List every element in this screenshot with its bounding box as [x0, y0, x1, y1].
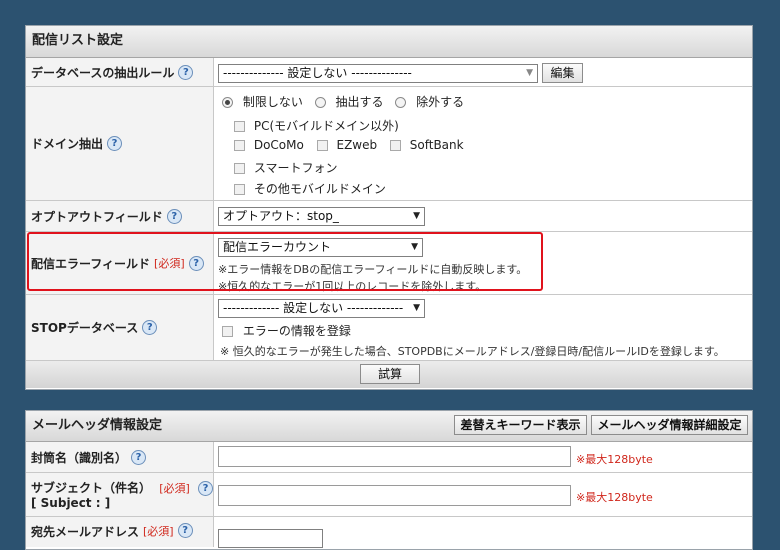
domain-label-cell: ドメイン抽出 ? [26, 87, 214, 200]
help-icon[interactable]: ? [197, 481, 213, 496]
stop-db-label: STOPデータベース [31, 321, 139, 335]
extract-rule-label-cell: データベースの抽出ルール ? [26, 58, 214, 86]
extract-rule-value: -------------- 設定しない -------------- ▼ 編集 [214, 58, 752, 86]
highlight-box [27, 232, 543, 291]
header-detail-button[interactable]: メールヘッダ情報詳細設定 [591, 415, 748, 435]
radio-exclude-label: 除外する [416, 95, 465, 109]
extract-rule-selected: -------------- 設定しない -------------- [223, 66, 412, 80]
optout-label-cell: オプトアウトフィールド ? [26, 201, 214, 231]
check-smartphone-item: スマートフォン [234, 159, 337, 176]
list-settings-panel: 配信リスト設定 データベースの抽出ルール ? -------------- 設定… [25, 25, 753, 390]
check-ezweb[interactable] [316, 140, 328, 151]
radio-extract-label: 抽出する [335, 95, 384, 109]
envelope-row: 封筒名（識別名） ? ※最大128byte [26, 442, 752, 473]
radio-exclude[interactable] [395, 97, 407, 108]
help-icon[interactable]: ? [166, 208, 182, 224]
optout-selected: オプトアウト：stop_ [223, 209, 339, 223]
to-address-value [214, 517, 752, 548]
list-settings-title: 配信リスト設定 [26, 26, 752, 58]
domain-row: ドメイン抽出 ? 制限しない 抽出する 除外する PC(モバイルドメイン以外) … [26, 87, 752, 201]
radio-extract[interactable] [314, 97, 326, 108]
check-other-label: その他モバイルドメイン [253, 182, 386, 196]
to-address-label-cell: 宛先メールアドレス [必須] ? [26, 517, 214, 547]
optout-row: オプトアウトフィールド ? オプトアウト：stop_ ▼ [26, 201, 752, 232]
radio-no-limit-label: 制限しない [242, 95, 303, 109]
stop-db-row: STOPデータベース ? ------------- 設定しない -------… [26, 295, 752, 361]
check-other-mobile[interactable] [234, 184, 245, 195]
check-pc-item: PC(モバイルドメイン以外) [234, 117, 399, 134]
subject-value: ※最大128byte [214, 473, 752, 516]
stop-db-label-cell: STOPデータベース ? [26, 295, 214, 360]
keyword-display-button[interactable]: 差替えキーワード表示 [454, 415, 587, 435]
subject-row: サブジェクト（件名） [必須] ? [ Subject : ] ※最大128by… [26, 473, 752, 517]
stop-db-selected: ------------- 設定しない ------------- [223, 301, 404, 315]
help-icon[interactable]: ? [107, 136, 123, 151]
stop-db-select[interactable]: ------------- 設定しない ------------- ▼ [218, 299, 425, 318]
check-carriers: DoCoMo EZweb SoftBank [234, 138, 464, 152]
domain-radio-group: 制限しない 抽出する 除外する [222, 93, 464, 110]
subject-label-2: [ Subject : ] [31, 496, 111, 510]
domain-value: 制限しない 抽出する 除外する PC(モバイルドメイン以外) DoCoMo EZ… [214, 87, 752, 200]
chevron-down-icon: ▼ [413, 303, 420, 313]
help-icon[interactable]: ? [142, 320, 158, 335]
help-icon[interactable]: ? [131, 449, 147, 465]
stop-db-value: ------------- 設定しない ------------- ▼ エラーの… [214, 295, 752, 360]
chevron-down-icon: ▼ [413, 211, 420, 221]
check-register-error-label: エラーの情報を登録 [242, 324, 351, 338]
envelope-value: ※最大128byte [214, 442, 752, 472]
trial-footer: 試算 [26, 361, 752, 388]
check-other-item: その他モバイルドメイン [234, 180, 386, 197]
check-softbank[interactable] [389, 140, 401, 151]
check-register-error[interactable] [222, 326, 233, 337]
mail-header-panel: メールヘッダ情報設定 差替えキーワード表示 メールヘッダ情報詳細設定 封筒名（識… [25, 410, 753, 550]
edit-rule-button[interactable]: 編集 [542, 63, 583, 83]
envelope-input[interactable] [218, 446, 571, 467]
check-softbank-label: SoftBank [409, 138, 464, 152]
stop-db-check-item: エラーの情報を登録 [222, 322, 351, 339]
mail-header-title: メールヘッダ情報設定 [32, 418, 163, 433]
optout-select[interactable]: オプトアウト：stop_ ▼ [218, 207, 425, 226]
required-badge: [必須] [143, 525, 174, 538]
envelope-label-cell: 封筒名（識別名） ? [26, 442, 214, 472]
check-smartphone[interactable] [234, 163, 245, 174]
check-pc[interactable] [234, 121, 245, 132]
check-smartphone-label: スマートフォン [253, 161, 338, 175]
stop-db-note: ※ 恒久的なエラーが発生した場合、STOPDBにメールアドレス/登録日時/配信ル… [220, 345, 725, 358]
chevron-down-icon: ▼ [526, 68, 533, 78]
subject-input[interactable] [218, 485, 571, 506]
envelope-label: 封筒名（識別名） [31, 450, 128, 465]
to-address-row: 宛先メールアドレス [必須] ? [26, 517, 752, 548]
check-docomo-label: DoCoMo [253, 138, 304, 152]
radio-no-limit[interactable] [222, 97, 233, 108]
subject-label-cell: サブジェクト（件名） [必須] ? [ Subject : ] [26, 473, 214, 516]
subject-label: サブジェクト（件名） [31, 481, 152, 495]
mail-header-head: メールヘッダ情報設定 差替えキーワード表示 メールヘッダ情報詳細設定 [26, 411, 752, 442]
to-address-label: 宛先メールアドレス [31, 525, 140, 539]
to-address-select[interactable] [218, 529, 323, 548]
subject-max-note: ※最大128byte [576, 491, 653, 504]
envelope-max-note: ※最大128byte [576, 453, 653, 466]
optout-value: オプトアウト：stop_ ▼ [214, 201, 752, 231]
extract-rule-row: データベースの抽出ルール ? -------------- 設定しない ----… [26, 58, 752, 87]
extract-rule-select[interactable]: -------------- 設定しない -------------- ▼ [218, 64, 538, 83]
check-docomo[interactable] [234, 140, 245, 151]
check-pc-label: PC(モバイルドメイン以外) [253, 119, 399, 133]
check-ezweb-label: EZweb [336, 138, 378, 152]
extract-rule-label: データベースの抽出ルール [31, 65, 175, 80]
required-badge: [必須] [159, 482, 190, 495]
help-icon[interactable]: ? [178, 64, 194, 80]
optout-label: オプトアウトフィールド [31, 209, 163, 224]
trial-button[interactable]: 試算 [360, 364, 420, 384]
domain-label: ドメイン抽出 [31, 137, 104, 151]
